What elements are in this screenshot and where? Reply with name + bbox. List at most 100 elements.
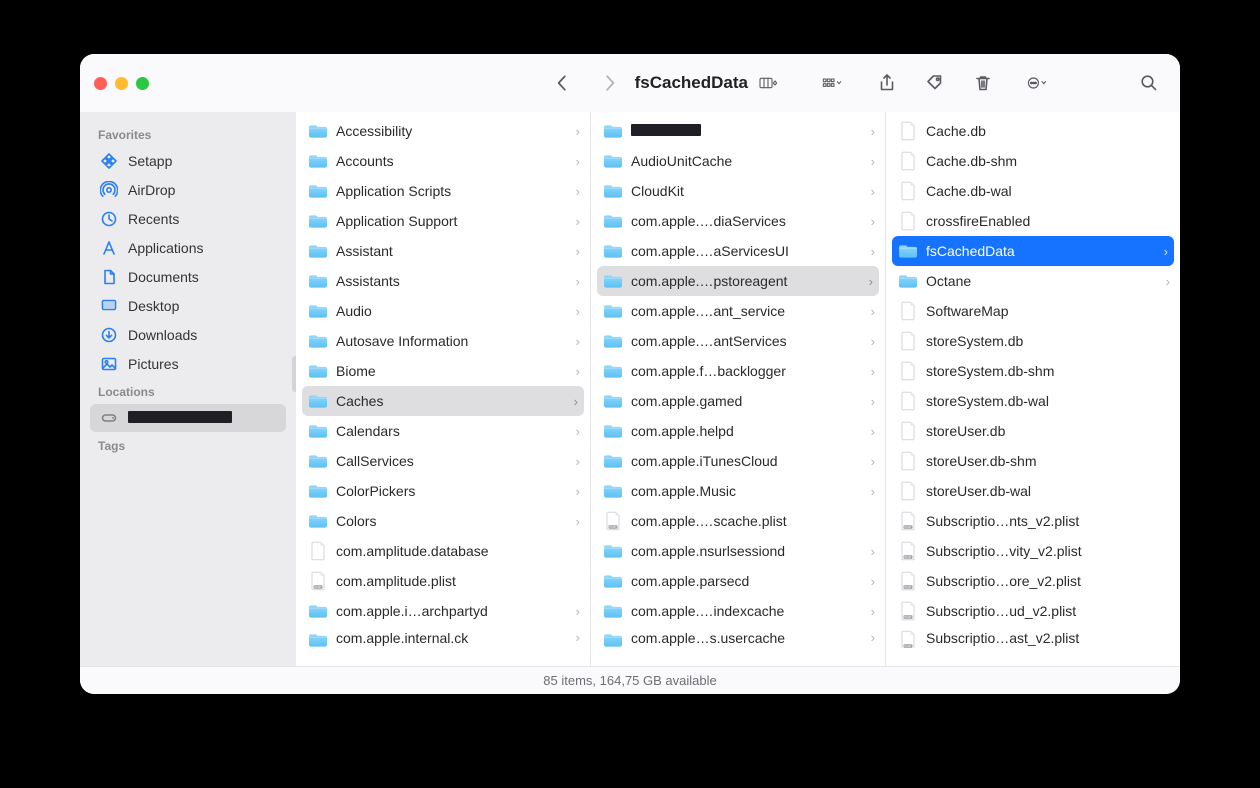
file-row[interactable]: ColorPickers› [296,476,590,506]
file-row[interactable]: Accessibility› [296,116,590,146]
chevron-right-icon: › [869,274,873,289]
file-row[interactable]: com.apple…s.usercache› [591,626,885,648]
search-button[interactable] [1136,70,1162,96]
file-row[interactable]: AudioUnitCache› [591,146,885,176]
minimize-window-button[interactable] [115,77,128,90]
file-name: com.apple.parsecd [631,573,863,589]
file-row[interactable]: com.apple.internal.ck › [296,626,590,648]
file-name: Calendars [336,423,568,439]
file-row[interactable]: storeSystem.db [886,326,1180,356]
file-row[interactable]: com.apple.…pstoreagent› [597,266,879,296]
file-icon [898,481,918,501]
folder-icon [603,481,623,501]
file-row[interactable]: com.apple.…scache.plist [591,506,885,536]
file-row[interactable]: com.apple.iTunesCloud› [591,446,885,476]
sidebar-item[interactable]: Recents [90,205,286,233]
sidebar-item[interactable] [90,404,286,432]
sidebar-item[interactable]: Desktop [90,292,286,320]
folder-icon [603,361,623,381]
file-row[interactable]: Subscriptio…ast_v2.plist [886,626,1180,648]
file-row[interactable]: Calendars› [296,416,590,446]
folder-icon [308,391,328,411]
sidebar-item[interactable]: Downloads [90,321,286,349]
file-row[interactable]: Subscriptio…ud_v2.plist [886,596,1180,626]
chevron-right-icon: › [871,154,875,169]
view-columns-button[interactable] [748,70,790,96]
file-name: com.apple.internal.ck [336,630,568,646]
file-row[interactable]: SoftwareMap [886,296,1180,326]
file-row[interactable]: storeUser.db-wal [886,476,1180,506]
sidebar-item[interactable]: Pictures [90,350,286,378]
app-a-icon [100,239,118,257]
file-row[interactable]: com.apple.…ant_service› [591,296,885,326]
file-row[interactable]: com.apple.Music› [591,476,885,506]
file-row[interactable]: Cache.db [886,116,1180,146]
file-name: com.apple.helpd [631,423,863,439]
file-row[interactable]: com.apple.…diaServices› [591,206,885,236]
file-row[interactable]: com.apple.…indexcache› [591,596,885,626]
file-row[interactable]: Subscriptio…nts_v2.plist [886,506,1180,536]
file-row[interactable]: Application Support› [296,206,590,236]
file-row[interactable]: Audio› [296,296,590,326]
file-row[interactable]: Biome› [296,356,590,386]
file-row[interactable]: com.apple.parsecd› [591,566,885,596]
file-row[interactable]: Colors› [296,506,590,536]
folder-icon [603,331,623,351]
file-name: Subscriptio…ore_v2.plist [926,573,1170,589]
forward-button[interactable] [597,70,623,96]
file-name: storeSystem.db [926,333,1170,349]
airdrop-icon [100,181,118,199]
file-row[interactable]: Cache.db-wal [886,176,1180,206]
file-row[interactable]: storeUser.db [886,416,1180,446]
file-row[interactable]: com.apple.…antServices› [591,326,885,356]
window-title: fsCachedData [635,73,748,93]
file-row[interactable]: Subscriptio…ore_v2.plist [886,566,1180,596]
file-row[interactable]: fsCachedData› [892,236,1174,266]
close-window-button[interactable] [94,77,107,90]
sidebar-item[interactable]: Documents [90,263,286,291]
file-row[interactable]: Assistants› [296,266,590,296]
file-row[interactable]: Assistant› [296,236,590,266]
sidebar-item[interactable]: AirDrop [90,176,286,204]
desktop-icon [100,297,118,315]
file-name: Accounts [336,153,568,169]
more-actions-button[interactable] [1018,70,1056,96]
file-row[interactable]: Application Scripts› [296,176,590,206]
chevron-right-icon: › [574,394,578,409]
file-row[interactable]: Caches› [302,386,584,416]
sidebar-item[interactable]: Applications [90,234,286,262]
file-row[interactable]: Cache.db-shm [886,146,1180,176]
file-row[interactable]: Accounts› [296,146,590,176]
file-row[interactable]: storeSystem.db-shm [886,356,1180,386]
file-row[interactable]: storeUser.db-shm [886,446,1180,476]
file-row[interactable]: com.apple.i…archpartyd› [296,596,590,626]
back-button[interactable] [549,70,575,96]
file-row[interactable]: com.apple.nsurlsessiond› [591,536,885,566]
file-row[interactable]: Subscriptio…vity_v2.plist [886,536,1180,566]
sidebar-item[interactable]: Setapp [90,147,286,175]
zoom-window-button[interactable] [136,77,149,90]
share-button[interactable] [874,70,900,96]
chevron-right-icon: › [871,214,875,229]
folder-icon [603,571,623,591]
status-bar: 85 items, 164,75 GB available [80,666,1180,694]
file-row[interactable]: Octane› [886,266,1180,296]
file-row[interactable]: com.amplitude.database [296,536,590,566]
file-row[interactable]: com.apple.f…backlogger› [591,356,885,386]
file-row[interactable]: › [591,116,885,146]
file-row[interactable]: com.apple.gamed› [591,386,885,416]
delete-button[interactable] [970,70,996,96]
file-row[interactable]: storeSystem.db-wal [886,386,1180,416]
file-row[interactable]: com.amplitude.plist [296,566,590,596]
file-row[interactable]: CloudKit› [591,176,885,206]
file-row[interactable]: com.apple.…aServicesUI› [591,236,885,266]
file-icon [898,361,918,381]
file-row[interactable]: CallServices› [296,446,590,476]
file-row[interactable]: crossfireEnabled [886,206,1180,236]
file-row[interactable]: Autosave Information› [296,326,590,356]
file-row[interactable]: com.apple.helpd› [591,416,885,446]
group-by-button[interactable] [812,70,852,96]
tags-button[interactable] [922,70,948,96]
chevron-right-icon: › [576,630,580,645]
column: Accessibility›Accounts›Application Scrip… [296,112,591,666]
